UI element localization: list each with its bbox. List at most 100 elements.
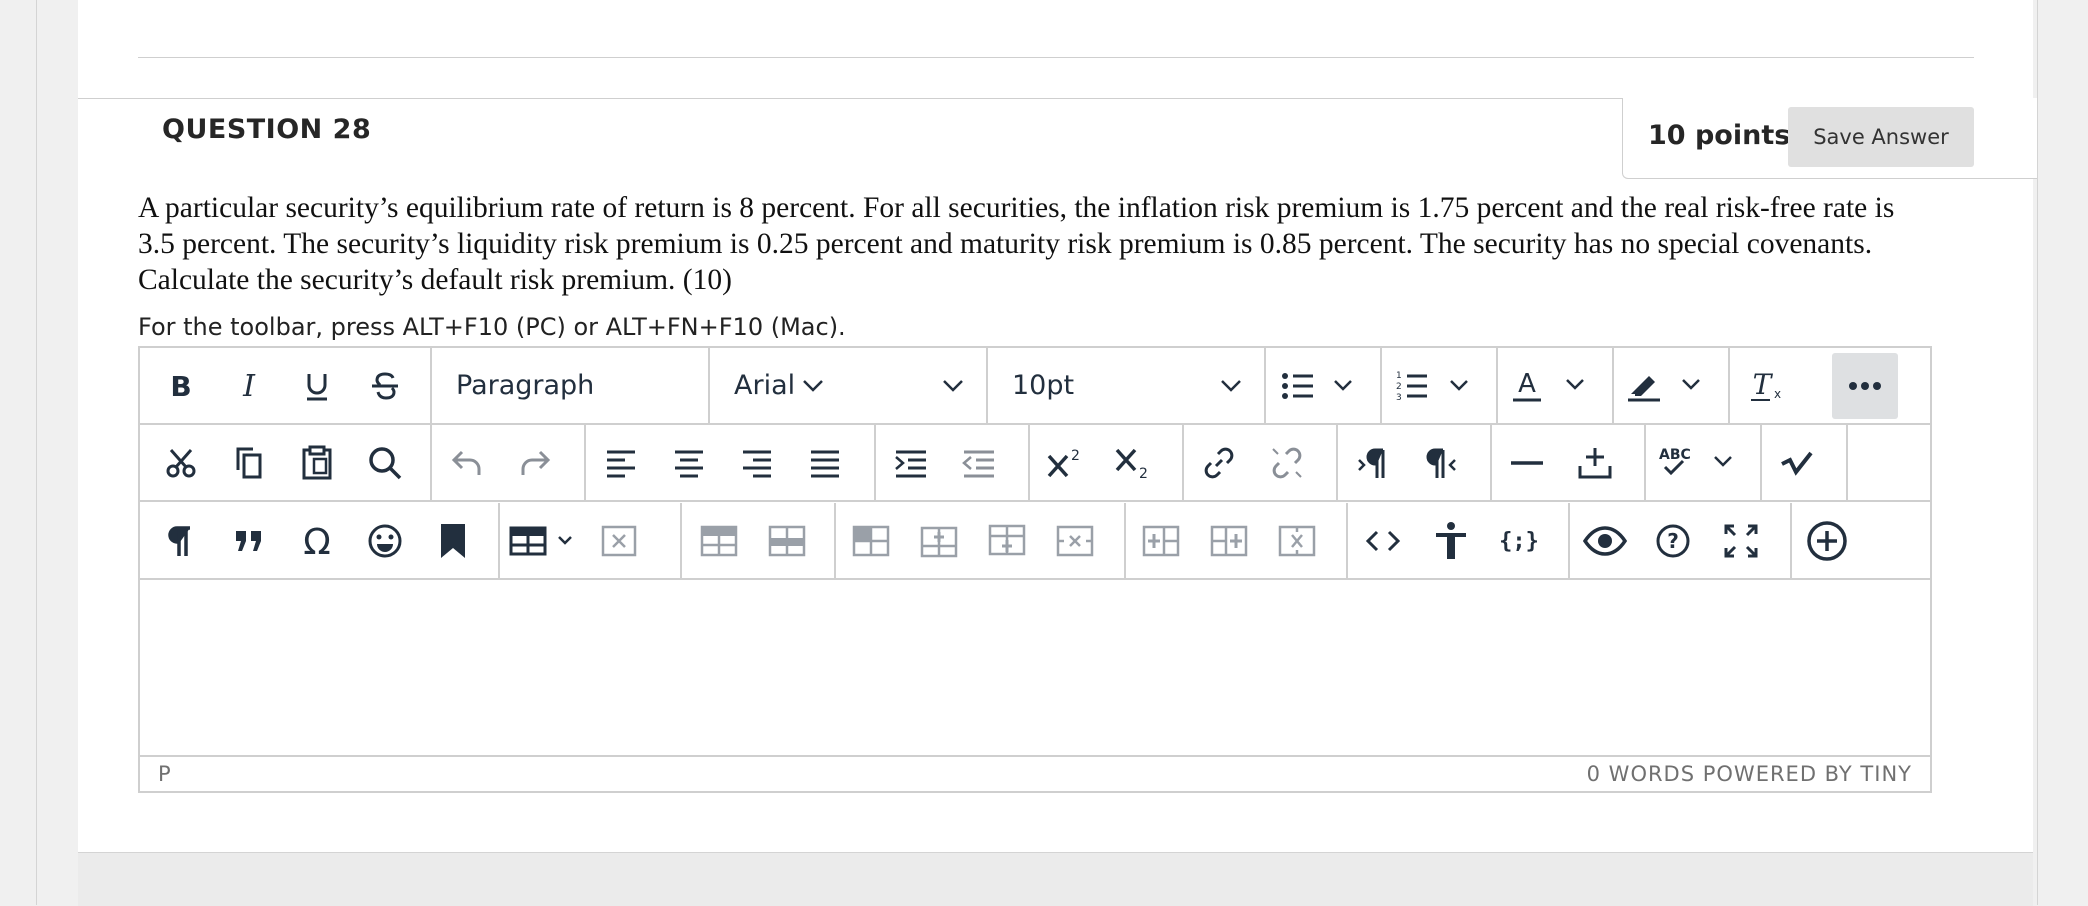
more-options-button[interactable] <box>1832 353 1898 419</box>
table-delete-row-icon[interactable] <box>1044 510 1106 572</box>
accessibility-icon[interactable] <box>1420 510 1482 572</box>
subscript-icon[interactable]: 2 <box>1102 432 1164 494</box>
bullet-list-button[interactable] <box>1270 355 1374 417</box>
code-sample-icon[interactable]: {;} <box>1488 510 1550 572</box>
toolbar-row: Ω {;} ? <box>140 503 1930 580</box>
separator <box>498 503 500 578</box>
special-character-icon[interactable]: Ω <box>286 510 348 572</box>
math-equation-icon[interactable] <box>1766 432 1828 494</box>
next-question-panel <box>78 852 2033 906</box>
link-icon[interactable] <box>1188 432 1250 494</box>
bold-icon[interactable]: B <box>150 355 212 417</box>
word-count-powered-by: 0 WORDS POWERED BY TINY <box>1586 762 1912 786</box>
separator <box>1790 503 1792 578</box>
spellcheck-button[interactable]: ABC <box>1650 432 1754 494</box>
indent-icon[interactable] <box>880 432 942 494</box>
table-row-after-icon[interactable] <box>756 510 818 572</box>
svg-text:2: 2 <box>1396 382 1402 392</box>
preview-icon[interactable] <box>1574 510 1636 572</box>
svg-text:A: A <box>1518 369 1536 399</box>
svg-text:T: T <box>1753 369 1774 401</box>
clear-formatting-icon[interactable]: Tx <box>1734 355 1796 417</box>
separator <box>1612 348 1614 423</box>
superscript-icon[interactable]: 2 <box>1034 432 1096 494</box>
svg-text:B: B <box>170 371 191 401</box>
table-insert-row-before-icon[interactable] <box>908 510 970 572</box>
toolbar-hint: For the toolbar, press ALT+F10 (PC) or A… <box>138 313 846 341</box>
font-size-value: 10pt <box>1012 370 1075 401</box>
help-icon[interactable]: ? <box>1642 510 1704 572</box>
emoji-icon[interactable] <box>354 510 416 572</box>
separator <box>1182 425 1184 500</box>
highlight-color-button[interactable] <box>1618 355 1722 417</box>
separator <box>680 503 682 578</box>
text-color-button[interactable]: A <box>1502 355 1606 417</box>
block-format-value: Paragraph <box>456 370 595 401</box>
editor-statusbar: P 0 WORDS POWERED BY TINY <box>140 755 1930 791</box>
align-center-icon[interactable] <box>658 432 720 494</box>
rich-text-editor: B I Paragraph Arial 10pt 1 2 3 A T x 2 2… <box>138 346 1932 793</box>
undo-icon[interactable] <box>436 432 498 494</box>
underline-icon[interactable] <box>286 355 348 417</box>
source-code-icon[interactable] <box>1352 510 1414 572</box>
table-insert-row-after-icon[interactable] <box>976 510 1038 572</box>
toolbar-row: B I Paragraph Arial 10pt 1 2 3 A T x <box>140 348 1930 425</box>
ltr-direction-icon[interactable] <box>1342 432 1404 494</box>
points-label: 10 points <box>1648 120 1791 151</box>
separator <box>874 425 876 500</box>
rtl-direction-icon[interactable] <box>1410 432 1472 494</box>
table-row-before-icon[interactable] <box>688 510 750 572</box>
align-left-icon[interactable] <box>590 432 652 494</box>
horizontal-line-icon[interactable] <box>1496 432 1558 494</box>
question-text: A particular security’s equilibrium rate… <box>138 192 1895 296</box>
question-title: QUESTION 28 <box>162 114 372 145</box>
copy-icon[interactable] <box>218 432 280 494</box>
svg-text:2: 2 <box>1071 448 1080 464</box>
search-icon[interactable] <box>354 432 416 494</box>
blockquote-icon[interactable] <box>218 510 280 572</box>
editor-content-area[interactable] <box>140 581 1930 757</box>
chevron-down-icon <box>942 379 964 393</box>
fullscreen-icon[interactable] <box>1710 510 1772 572</box>
table-insert-col-before-icon[interactable] <box>1130 510 1192 572</box>
svg-text:{;}: {;} <box>1500 529 1538 554</box>
svg-text:x: x <box>1774 387 1781 401</box>
separator <box>1124 503 1126 578</box>
strikethrough-icon[interactable] <box>354 355 416 417</box>
redo-icon[interactable] <box>504 432 566 494</box>
divider <box>138 57 1974 58</box>
align-justify-icon[interactable] <box>794 432 856 494</box>
cut-icon[interactable] <box>150 432 212 494</box>
font-family-value: Arial <box>734 370 796 401</box>
separator <box>430 425 432 500</box>
separator <box>1496 348 1498 423</box>
separator <box>1490 425 1492 500</box>
unlink-icon[interactable] <box>1256 432 1318 494</box>
numbered-list-button[interactable]: 123 <box>1386 355 1490 417</box>
paste-icon[interactable] <box>286 432 348 494</box>
insert-content-icon[interactable] <box>1564 432 1626 494</box>
save-answer-button[interactable]: Save Answer <box>1788 107 1974 167</box>
delete-table-icon[interactable] <box>588 510 650 572</box>
separator <box>834 503 836 578</box>
svg-text:Ω: Ω <box>303 523 331 559</box>
svg-text:2: 2 <box>1139 466 1148 480</box>
separator <box>1846 425 1848 500</box>
chevron-down-icon <box>1220 379 1242 393</box>
element-path[interactable]: P <box>158 762 171 786</box>
separator <box>1644 425 1646 500</box>
table-button[interactable] <box>504 510 584 572</box>
bookmark-icon[interactable] <box>422 510 484 572</box>
table-delete-col-icon[interactable] <box>1266 510 1328 572</box>
svg-text:3: 3 <box>1396 393 1402 403</box>
separator <box>1380 348 1382 423</box>
table-cell-props-icon[interactable] <box>840 510 902 572</box>
table-insert-col-after-icon[interactable] <box>1198 510 1260 572</box>
paragraph-icon[interactable] <box>150 510 212 572</box>
outdent-icon[interactable] <box>948 432 1010 494</box>
separator <box>1568 503 1570 578</box>
align-right-icon[interactable] <box>726 432 788 494</box>
italic-icon[interactable]: I <box>218 355 280 417</box>
separator <box>1336 425 1338 500</box>
add-content-icon[interactable] <box>1796 510 1858 572</box>
